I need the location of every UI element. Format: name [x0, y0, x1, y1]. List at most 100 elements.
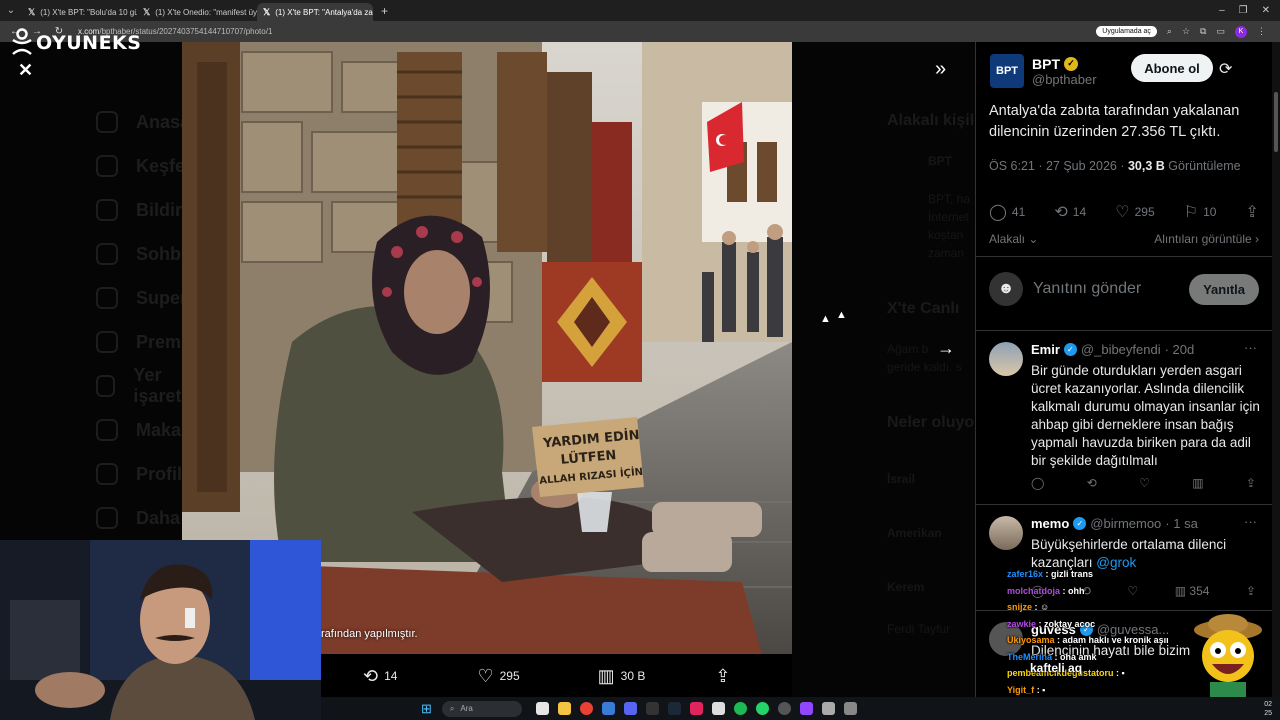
folder-icon[interactable] — [557, 702, 571, 715]
taskbar-app-icon[interactable] — [799, 702, 813, 715]
browser-menu-icon[interactable]: ⋮ — [1257, 26, 1266, 37]
retweet-icon[interactable]: ⟲ — [1087, 476, 1097, 490]
close-window-icon[interactable]: ✕ — [1262, 5, 1270, 16]
discord-icon[interactable] — [623, 702, 637, 715]
bookmark-star-icon[interactable]: ☆ — [1182, 26, 1190, 37]
taskbar-app-icon[interactable] — [711, 702, 725, 715]
browser-tab-1[interactable]: 𝕏 (1) X'te BPT: "Bolu'da 10 gün ö ✕ — [22, 3, 137, 21]
more-options-icon[interactable]: ··· — [1244, 514, 1257, 529]
share-stat[interactable]: ⇪ — [1246, 202, 1259, 222]
scrollbar-thumb[interactable] — [1274, 92, 1278, 152]
taskbar-app-icon[interactable] — [645, 702, 659, 715]
taskbar-app-icon[interactable] — [535, 702, 549, 715]
share-icon[interactable]: ⇪ — [1246, 584, 1256, 598]
whatsapp-icon[interactable] — [755, 702, 769, 715]
verified-badge-icon: ✓ — [1073, 517, 1087, 530]
heart-icon[interactable]: ♡ — [1139, 476, 1150, 490]
minimize-icon[interactable]: – — [1219, 5, 1225, 16]
reply-icon[interactable]: ◯ — [1031, 476, 1044, 490]
ghost-trend: İsrail — [887, 472, 916, 486]
grok-icon[interactable]: ⟳ — [1219, 59, 1232, 79]
view-quotes-link[interactable]: Alıntıları görüntüle › — [1154, 232, 1259, 246]
sidebar-icon[interactable]: ▭ — [1216, 26, 1225, 37]
ghost-trend: Kerem — [887, 580, 925, 594]
reply-item[interactable]: Emir ✓ @_bibeyfendi · 20d ··· Bir günde … — [989, 340, 1261, 502]
share-icon[interactable]: ⇪ — [1246, 476, 1256, 490]
avatar[interactable] — [989, 516, 1023, 550]
reply-text: Bir günde oturdukları yerden asgari ücre… — [1031, 363, 1260, 468]
spotify-icon[interactable] — [733, 702, 747, 715]
verified-badge-icon: ✓ — [1063, 343, 1077, 356]
retweet-count: 14 — [384, 669, 398, 683]
views-chart-icon: ▥ — [597, 665, 615, 686]
tweet-author[interactable]: BPT BPT ✓ @bpthaber — [990, 54, 1097, 88]
photo-action-bar: ⟲ 14 ♡ 295 ▥ 30 B ⇪ — [321, 655, 792, 697]
windows-start-icon[interactable]: ⊞ — [421, 701, 432, 717]
author-name[interactable]: BPT — [1032, 56, 1060, 72]
related-sort-dropdown[interactable]: Alakalı ⌄ — [989, 232, 1038, 246]
taskbar-app-icon[interactable] — [821, 702, 835, 715]
ghost-bio: BPT, ha — [928, 192, 971, 206]
heart-icon: ♡ — [477, 665, 494, 686]
obs-icon[interactable] — [777, 702, 791, 715]
share-icon: ⇪ — [1245, 204, 1259, 221]
open-in-app-button[interactable]: Uygulamada aç — [1096, 26, 1157, 37]
collapse-panel-icon[interactable]: » — [935, 58, 946, 81]
reply-input[interactable]: Yanıtını gönder — [1033, 280, 1141, 298]
profile-avatar[interactable]: K — [1235, 25, 1247, 38]
steam-icon[interactable] — [667, 702, 681, 715]
tab-search-icon[interactable]: ⌄ — [0, 0, 22, 21]
reply-handle[interactable]: @_bibeyfendi — [1081, 342, 1161, 357]
streamer-logo: OYUNEKS — [10, 28, 141, 58]
next-photo-icon[interactable]: → — [937, 338, 955, 359]
bookmark-stat[interactable]: ⚐ 10 — [1184, 202, 1217, 222]
chat-message: zawkie : zoktay acoc — [1007, 618, 1096, 629]
subscribe-button[interactable]: Abone ol — [1131, 54, 1213, 82]
views-button[interactable]: ▥ 30 B — [598, 666, 646, 687]
tweet-time[interactable]: ÖS 6:21 · 27 Şub 2026 · — [989, 159, 1128, 173]
chrome-icon[interactable] — [579, 702, 593, 715]
browser-tab-2[interactable]: 𝕏 (1) X'te Onedio: "manifest üyes ✕ — [137, 3, 257, 21]
close-photo-icon[interactable]: ✕ — [18, 60, 33, 81]
view-count: 30 B — [620, 669, 646, 683]
author-handle[interactable]: @bpthaber — [1032, 72, 1097, 87]
retweet-button[interactable]: ⟲ 14 — [363, 666, 397, 687]
reply-handle[interactable]: @birmemoo — [1090, 516, 1161, 531]
taskbar-clock[interactable]: 02 25 — [1264, 700, 1280, 718]
avatar[interactable] — [989, 342, 1023, 376]
reply-author-name[interactable]: Emir — [1031, 342, 1060, 357]
ghost-related-title: Alakalı kişiler — [887, 112, 975, 129]
mouse-cursor-icon: ▲ — [836, 309, 847, 321]
taskbar-app-icon[interactable] — [601, 702, 615, 715]
tweet-text: Antalya'da zabıta tarafından yakalanan d… — [989, 103, 1240, 140]
retweet-icon: ⟲ — [363, 665, 379, 686]
avatar[interactable]: ☻ — [989, 272, 1023, 306]
tweet-meta: ÖS 6:21 · 27 Şub 2026 · 30,3 B Görüntüle… — [989, 159, 1241, 173]
maximize-icon[interactable]: ❐ — [1239, 5, 1248, 16]
scrollbar[interactable] — [1272, 42, 1280, 700]
share-button[interactable]: ⇪ — [715, 666, 730, 687]
reply-author-name[interactable]: memo — [1031, 516, 1069, 531]
photo-caption: rafından yapılmıştır. — [321, 628, 418, 640]
retweet-stat[interactable]: ⟲ 14 — [1054, 202, 1086, 222]
browser-tab-3[interactable]: 𝕏 (1) X'te BPT: "Antalya'da zabıt ✕ — [257, 3, 373, 21]
more-options-icon[interactable]: ··· — [1244, 340, 1257, 355]
laughing-emote-icon — [1194, 614, 1262, 707]
ghost-live-title: X'te Canlı — [887, 300, 960, 317]
like-stat[interactable]: ♡ 295 — [1115, 202, 1154, 222]
reply-stat[interactable]: ◯ 41 — [989, 202, 1025, 222]
taskbar-search[interactable]: ⌕ Ara — [441, 700, 522, 717]
new-tab-button[interactable]: + — [373, 4, 396, 18]
like-button[interactable]: ♡ 295 — [477, 666, 519, 687]
views-chart-icon[interactable]: ▥ — [1192, 476, 1203, 490]
zoom-icon[interactable]: ⌕ — [1167, 26, 1172, 37]
taskbar-app-icon[interactable] — [843, 702, 857, 715]
address-bar: ← → ↻ x.com/bpthaber/status/202740375414… — [0, 21, 1280, 42]
avatar[interactable]: BPT — [990, 54, 1024, 88]
reply-age: · 1 sa — [1165, 516, 1198, 531]
extensions-icon[interactable]: ⧉ — [1200, 26, 1206, 37]
taskbar-app-icon[interactable] — [689, 702, 703, 715]
logo-text: OYUNEKS — [36, 32, 142, 54]
ghost-bio: koştan — [928, 228, 964, 242]
reply-button[interactable]: Yanıtla — [1189, 273, 1259, 305]
